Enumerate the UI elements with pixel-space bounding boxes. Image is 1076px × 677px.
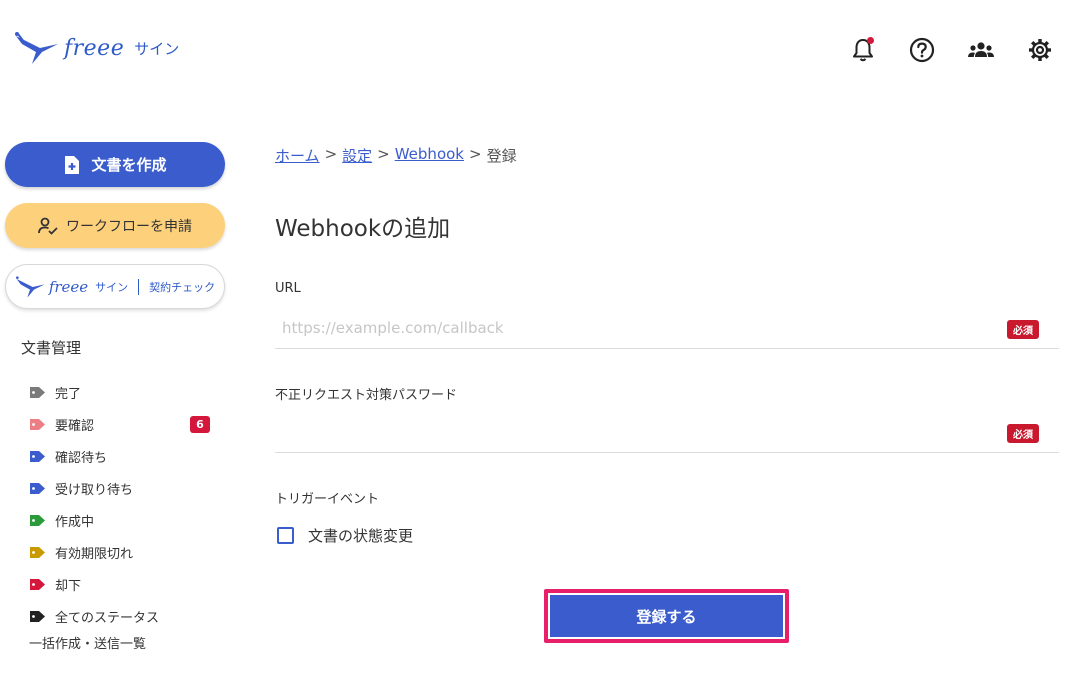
status-change-checkbox[interactable] xyxy=(277,527,294,544)
notification-dot xyxy=(867,37,874,44)
logo-brand: freee xyxy=(64,35,125,61)
status-item-completed[interactable]: 完了 xyxy=(29,376,210,408)
file-plus-icon xyxy=(65,155,80,174)
status-label: 完了 xyxy=(55,386,82,402)
status-label: 作成中 xyxy=(55,514,95,530)
count-badge: 6 xyxy=(190,416,210,433)
status-item-needs-review[interactable]: 要確認 6 xyxy=(29,408,210,440)
tag-icon xyxy=(30,450,45,462)
workflow-request-label: ワークフローを申請 xyxy=(66,218,192,235)
status-label: 受け取り待ち xyxy=(55,482,134,498)
contract-check-button[interactable]: freee サイン 契約チェック xyxy=(5,264,225,309)
password-label: 不正リクエスト対策パスワード xyxy=(275,388,458,403)
logo-product: サイン xyxy=(134,39,180,58)
url-field-row: 必須 xyxy=(275,309,1059,349)
password-input[interactable] xyxy=(275,413,975,451)
required-badge: 必須 xyxy=(1007,424,1039,443)
settings-icon[interactable] xyxy=(1026,36,1054,64)
breadcrumb-current: 登録 xyxy=(486,147,517,165)
bulk-send-list-link[interactable]: 一括作成・送信一覧 xyxy=(29,633,146,652)
status-list: 完了 要確認 6 確認待ち 受け取り待ち 作成中 有効期限切れ 却下 全てのステ… xyxy=(29,376,210,632)
tag-icon xyxy=(30,386,45,398)
page-title: Webhookの追加 xyxy=(275,216,451,242)
contract-brand: freee xyxy=(48,277,89,296)
bell-icon[interactable] xyxy=(849,36,877,64)
trigger-event-label: トリガーイベント xyxy=(275,492,380,507)
status-change-label: 文書の状態変更 xyxy=(308,527,414,545)
breadcrumb-separator: > xyxy=(377,145,390,163)
contract-product: サイン xyxy=(95,280,129,294)
users-icon[interactable] xyxy=(967,36,995,64)
status-item-rejected[interactable]: 却下 xyxy=(29,568,210,600)
status-item-draft[interactable]: 作成中 xyxy=(29,504,210,536)
status-label: 有効期限切れ xyxy=(55,546,134,562)
header-toolbar xyxy=(849,36,1054,64)
status-label: 却下 xyxy=(55,578,82,594)
status-item-awaiting-receipt[interactable]: 受け取り待ち xyxy=(29,472,210,504)
breadcrumb: ホーム > 設定 > Webhook > 登録 xyxy=(275,145,517,166)
register-button[interactable]: 登録する xyxy=(550,595,783,637)
breadcrumb-separator: > xyxy=(469,145,482,163)
tag-icon xyxy=(30,578,45,590)
bird-logo-icon xyxy=(15,32,58,64)
tag-icon xyxy=(30,418,45,430)
contract-check-label: 契約チェック xyxy=(149,280,216,294)
help-icon[interactable] xyxy=(908,36,936,64)
document-management-heading: 文書管理 xyxy=(21,339,82,357)
url-input[interactable] xyxy=(275,309,975,347)
breadcrumb-webhook[interactable]: Webhook xyxy=(395,145,464,166)
breadcrumb-separator: > xyxy=(324,145,338,163)
workflow-request-button[interactable]: ワークフローを申請 xyxy=(5,203,225,248)
breadcrumb-home[interactable]: ホーム xyxy=(275,145,320,166)
tag-icon xyxy=(30,610,45,622)
bird-logo-small-icon xyxy=(15,275,45,298)
status-item-all[interactable]: 全てのステータス xyxy=(29,600,210,632)
divider xyxy=(138,278,140,295)
status-label: 全てのステータス xyxy=(55,610,160,626)
url-label: URL xyxy=(275,281,301,296)
tag-icon xyxy=(30,546,45,558)
submit-highlight: 登録する xyxy=(544,589,789,643)
status-label: 要確認 xyxy=(55,418,95,434)
freee-sign-logo[interactable]: freee サイン xyxy=(14,30,179,66)
document-status-change-option[interactable]: 文書の状態変更 xyxy=(277,525,413,546)
breadcrumb-settings[interactable]: 設定 xyxy=(342,145,372,166)
status-item-expired[interactable]: 有効期限切れ xyxy=(29,536,210,568)
status-item-awaiting-confirmation[interactable]: 確認待ち xyxy=(29,440,210,472)
status-label: 確認待ち xyxy=(55,450,108,466)
create-document-label: 文書を作成 xyxy=(91,156,167,174)
required-badge: 必須 xyxy=(1007,320,1039,339)
tag-icon xyxy=(30,514,45,526)
user-check-icon xyxy=(38,217,58,235)
tag-icon xyxy=(30,482,45,494)
create-document-button[interactable]: 文書を作成 xyxy=(5,142,225,187)
password-field-row: 必須 xyxy=(275,413,1059,453)
